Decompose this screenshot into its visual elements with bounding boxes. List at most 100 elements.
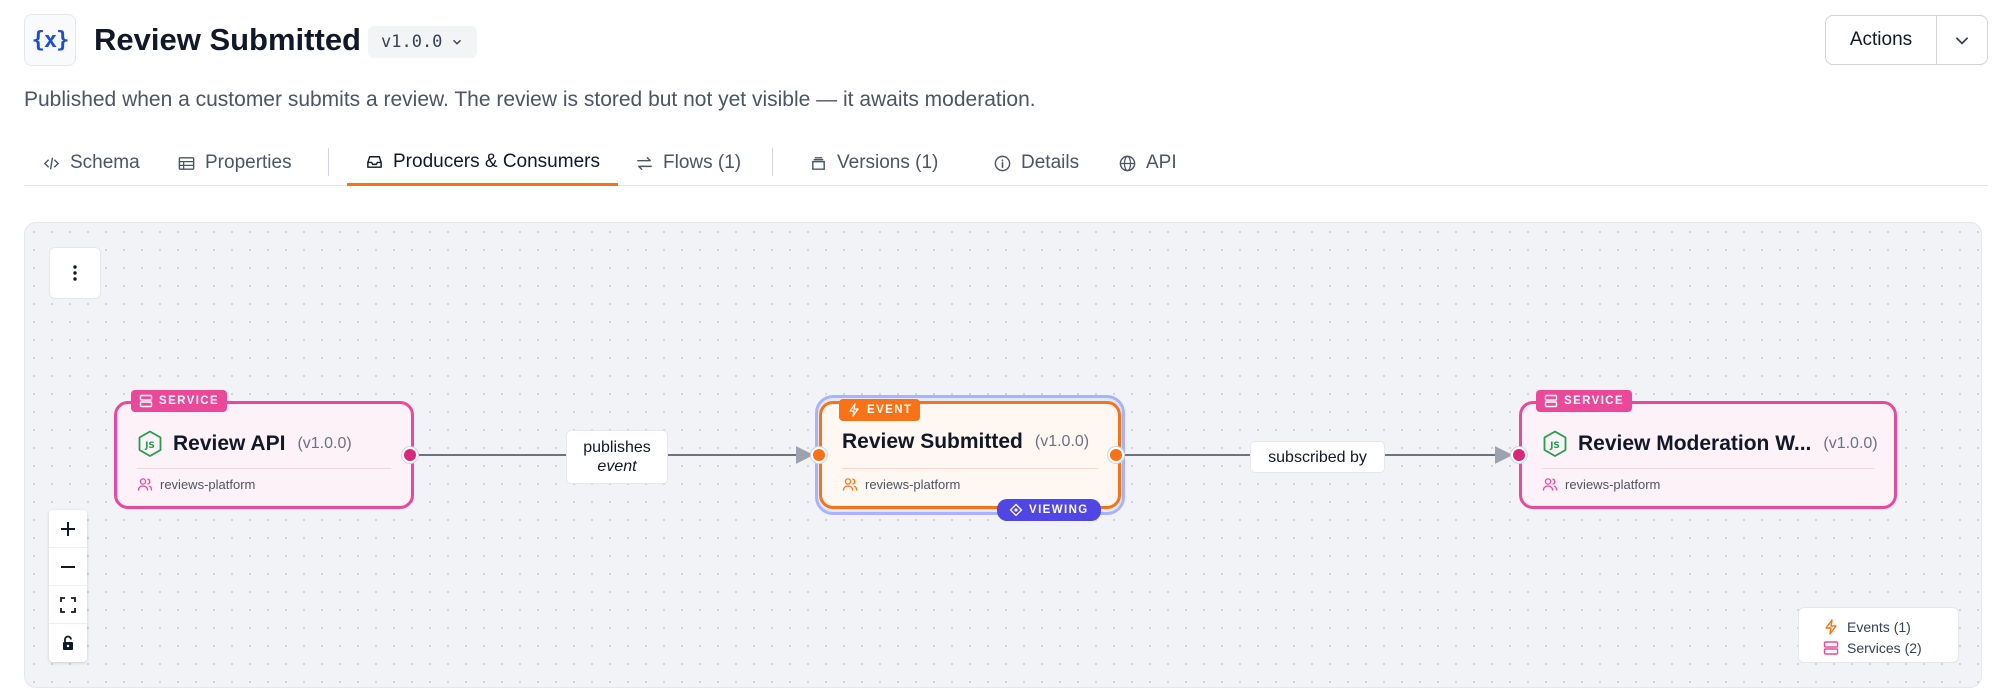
owner-label: reviews-platform — [1565, 476, 1661, 492]
legend-item-services[interactable]: Services (2) — [1823, 637, 1958, 658]
node-producer-service[interactable]: JS Review API (v1.0.0) reviews-platform — [114, 401, 414, 509]
zoom-out-button[interactable] — [49, 548, 87, 586]
table-icon — [178, 156, 195, 170]
tab-divider — [328, 148, 329, 176]
plus-icon — [61, 521, 75, 536]
viewing-badge: VIEWING — [997, 499, 1101, 521]
server-icon — [1823, 640, 1839, 655]
page-title: Review Submitted — [94, 22, 361, 57]
badge-label: SERVICE — [159, 395, 220, 407]
chevron-down-icon — [453, 39, 462, 45]
tab-flows[interactable]: Flows (1) — [617, 140, 759, 186]
node-source-handle[interactable] — [402, 447, 418, 463]
lock-toggle-button[interactable] — [49, 624, 87, 662]
server-icon — [139, 394, 153, 408]
tab-label: Versions (1) — [837, 152, 939, 173]
actions-button[interactable]: Actions — [1826, 16, 1937, 64]
service-badge: SERVICE — [1536, 390, 1633, 412]
node-divider — [1542, 468, 1874, 469]
node-title: JS Review API (v1.0.0) — [137, 430, 352, 458]
tab-details[interactable]: Details — [975, 140, 1097, 186]
node-title: Review Submitted (v1.0.0) — [842, 430, 1089, 454]
node-target-handle[interactable] — [1511, 447, 1527, 463]
flow-canvas[interactable]: publishes event subscribed by JS Review … — [24, 222, 1982, 688]
node-owner: reviews-platform — [842, 476, 960, 492]
tab-bar: Schema Properties Producers & Consumers … — [24, 140, 1988, 186]
event-logo-icon: {x} — [24, 14, 76, 66]
code-icon — [43, 157, 60, 169]
owner-label: reviews-platform — [160, 476, 256, 492]
users-icon — [1542, 478, 1558, 491]
info-icon — [994, 155, 1011, 171]
inbox-icon — [367, 156, 382, 168]
node-version: (v1.0.0) — [1823, 435, 1878, 452]
tab-versions[interactable]: Versions (1) — [791, 140, 956, 186]
legend-label: Services (2) — [1847, 639, 1922, 656]
graph-legend: Events (1) Services (2) — [1798, 607, 1959, 663]
node-version: (v1.0.0) — [297, 435, 352, 452]
legend-label: Events (1) — [1847, 618, 1911, 635]
lightning-icon — [849, 403, 859, 417]
zoom-in-button[interactable] — [49, 510, 87, 548]
node-name: Review Submitted — [842, 430, 1023, 453]
tab-schema[interactable]: Schema — [24, 140, 158, 186]
badge-label: SERVICE — [1564, 395, 1625, 407]
version-label: v1.0.0 — [381, 32, 443, 52]
edge-label-text: subscribed by — [1268, 448, 1367, 466]
layers-icon — [812, 156, 825, 170]
node-version: (v1.0.0) — [1034, 433, 1090, 450]
event-badge: EVENT — [839, 399, 921, 421]
edge-label-subscribed-by: subscribed by — [1250, 441, 1385, 473]
svg-text:JS: JS — [1549, 441, 1560, 451]
logo-text: {x} — [31, 27, 70, 53]
svg-text:JS: JS — [144, 441, 155, 451]
tab-api[interactable]: API — [1100, 140, 1195, 186]
minus-icon — [61, 565, 75, 568]
tab-producers-consumers[interactable]: Producers & Consumers — [347, 140, 618, 186]
page-description: Published when a customer submits a revi… — [24, 88, 1036, 111]
arrows-icon — [637, 156, 652, 170]
node-name: Review Moderation W... — [1578, 432, 1812, 455]
edge-label-publishes: publishes event — [566, 430, 668, 484]
node-title: JS Review Moderation W... (v1.0.0) — [1542, 430, 1878, 458]
server-icon — [1544, 394, 1558, 408]
node-source-handle[interactable] — [1108, 447, 1124, 463]
tab-label: Producers & Consumers — [393, 150, 600, 172]
zoom-controls — [49, 510, 87, 662]
edge-label-text: publishes — [583, 439, 651, 456]
tab-label: Details — [1021, 152, 1080, 173]
owner-label: reviews-platform — [865, 476, 961, 492]
target-icon — [1009, 503, 1023, 517]
lightning-icon — [1825, 618, 1837, 635]
nodejs-icon: JS — [1543, 430, 1567, 457]
fit-view-button[interactable] — [49, 586, 87, 624]
node-consumer-service[interactable]: JS Review Moderation W... (v1.0.0) revie… — [1519, 401, 1897, 509]
lock-icon — [63, 635, 73, 650]
nodejs-icon: JS — [138, 430, 162, 457]
globe-icon — [1119, 155, 1136, 171]
tab-label: Flows (1) — [663, 152, 742, 173]
badge-label: VIEWING — [1029, 504, 1089, 516]
edge-label-text: event — [597, 458, 637, 475]
node-divider — [842, 468, 1098, 469]
node-owner: reviews-platform — [137, 476, 255, 492]
tab-label: Schema — [70, 152, 140, 173]
service-badge: SERVICE — [131, 390, 228, 412]
tab-properties[interactable]: Properties — [159, 140, 310, 186]
tab-label: API — [1146, 152, 1177, 173]
tab-label: Properties — [205, 152, 292, 173]
node-name: Review API — [173, 432, 286, 455]
node-target-handle[interactable] — [811, 447, 827, 463]
badge-label: EVENT — [867, 404, 913, 416]
actions-button-group: Actions — [1825, 15, 1988, 65]
tab-divider — [772, 148, 773, 176]
actions-dropdown-button[interactable] — [1937, 16, 1987, 64]
chevron-down-icon — [1955, 37, 1969, 45]
version-select[interactable]: v1.0.0 — [368, 26, 478, 58]
fullscreen-icon — [60, 596, 76, 613]
users-icon — [842, 478, 858, 491]
legend-item-events[interactable]: Events (1) — [1823, 616, 1958, 637]
node-divider — [137, 468, 391, 469]
node-owner: reviews-platform — [1542, 476, 1660, 492]
users-icon — [137, 478, 153, 491]
